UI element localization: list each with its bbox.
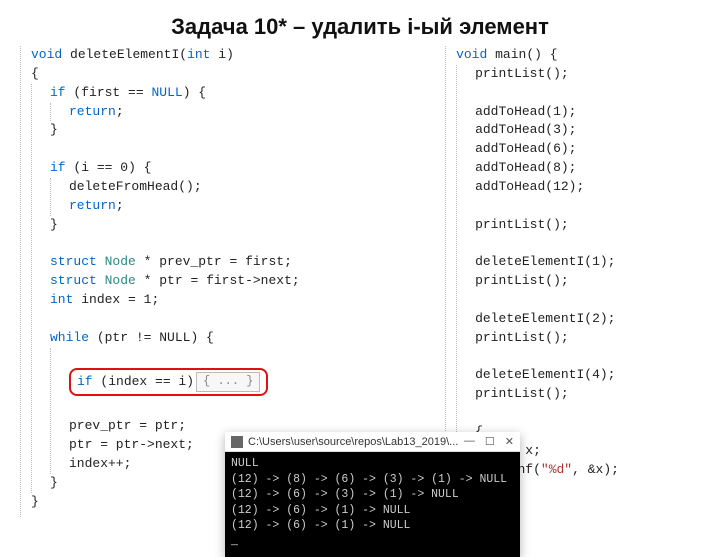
highlighted-if: if (index == i){ ... } bbox=[69, 368, 268, 396]
page-title: Задача 10* – удалить i-ый элемент bbox=[0, 0, 720, 46]
console-icon bbox=[231, 436, 243, 448]
console-titlebar[interactable]: C:\Users\user\source\repos\Lab13_2019\..… bbox=[225, 432, 520, 452]
console-window: C:\Users\user\source\repos\Lab13_2019\..… bbox=[225, 432, 520, 557]
maximize-button[interactable]: ☐ bbox=[485, 435, 495, 448]
console-line: (12) -> (6) -> (1) -> NULL bbox=[231, 503, 514, 519]
console-cursor: _ bbox=[231, 534, 514, 550]
console-line: NULL bbox=[231, 456, 514, 472]
console-title-text: C:\Users\user\source\repos\Lab13_2019\..… bbox=[248, 436, 458, 448]
minimize-button[interactable]: — bbox=[464, 435, 475, 448]
close-button[interactable]: ✕ bbox=[505, 435, 514, 448]
console-line: (12) -> (6) -> (1) -> NULL bbox=[231, 518, 514, 534]
collapsed-block[interactable]: { ... } bbox=[196, 372, 260, 391]
console-line: (12) -> (8) -> (6) -> (3) -> (1) -> NULL bbox=[231, 472, 514, 488]
console-output: NULL (12) -> (8) -> (6) -> (3) -> (1) ->… bbox=[225, 452, 520, 557]
console-line: (12) -> (6) -> (3) -> (1) -> NULL bbox=[231, 487, 514, 503]
